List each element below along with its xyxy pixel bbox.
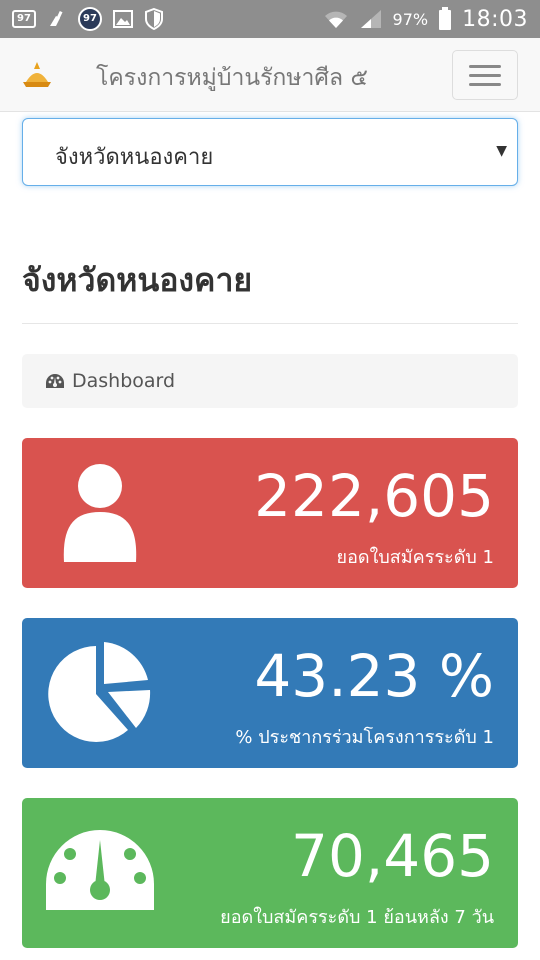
speedometer-icon bbox=[46, 830, 154, 910]
navbar-title[interactable]: โครงการหมู่บ้านรักษาศีล ๕ bbox=[96, 60, 368, 96]
dropdown-caret-icon: ▼ bbox=[496, 143, 507, 159]
notification-97-box-icon: 97 bbox=[12, 10, 36, 28]
status-bar-left: 97 97 bbox=[12, 7, 164, 31]
dashboard-icon bbox=[46, 374, 64, 388]
battery-percent: 97% bbox=[392, 9, 429, 29]
stat-panel-participation[interactable]: 43.23 % % ประชากรร่วมโครงการระดับ 1 bbox=[22, 618, 518, 768]
province-select[interactable]: จังหวัดหนองคาย ▼ bbox=[22, 118, 518, 186]
notification-97-circle-icon: 97 bbox=[78, 7, 102, 31]
stat-value: 70,465 bbox=[291, 822, 494, 890]
clock: 18:03 bbox=[462, 6, 528, 32]
stat-value: 222,605 bbox=[254, 462, 494, 530]
page-title: จังหวัดหนองคาย bbox=[22, 261, 253, 299]
navbar: โครงการหมู่บ้านรักษาศีล ๕ bbox=[0, 38, 540, 112]
stat-label: % ประชากรร่วมโครงการระดับ 1 bbox=[235, 727, 494, 748]
province-select-value: จังหวัดหนองคาย bbox=[55, 145, 214, 170]
menu-toggle-button[interactable] bbox=[452, 50, 518, 100]
image-icon bbox=[112, 9, 134, 29]
stat-panel-applications[interactable]: 222,605 ยอดใบสมัครระดับ 1 bbox=[22, 438, 518, 588]
stat-panel-last-7-days[interactable]: 70,465 ยอดใบสมัครระดับ 1 ย้อนหลัง 7 วัน bbox=[22, 798, 518, 948]
stat-label: ยอดใบสมัครระดับ 1 bbox=[336, 547, 494, 568]
breadcrumb-label[interactable]: Dashboard bbox=[72, 370, 175, 392]
wifi-icon bbox=[323, 8, 349, 30]
status-bar-right: 97% 18:03 bbox=[323, 7, 528, 32]
stupa-logo-icon[interactable] bbox=[20, 60, 54, 90]
stat-label: ยอดใบสมัครระดับ 1 ย้อนหลัง 7 วัน bbox=[220, 907, 494, 928]
shield-icon bbox=[144, 8, 164, 30]
breadcrumb: Dashboard bbox=[22, 354, 518, 408]
pie-chart-icon bbox=[48, 642, 151, 742]
user-icon bbox=[63, 464, 137, 562]
cleaner-icon bbox=[46, 8, 68, 30]
status-bar: 97 97 97% 18:03 bbox=[0, 0, 540, 38]
signal-icon bbox=[359, 8, 383, 30]
hamburger-menu-icon bbox=[469, 64, 501, 68]
header-divider bbox=[22, 323, 518, 324]
stat-value: 43.23 % bbox=[254, 642, 494, 710]
battery-icon bbox=[438, 7, 452, 31]
